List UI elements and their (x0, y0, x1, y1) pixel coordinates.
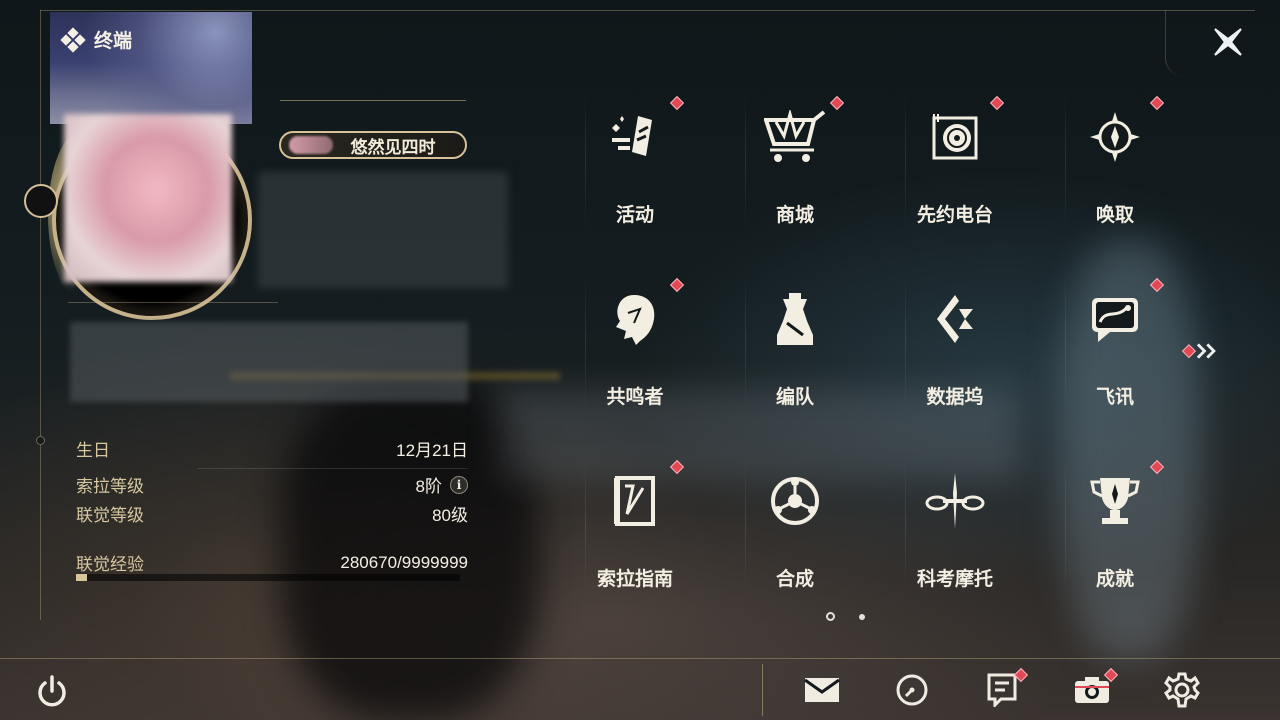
next-page-button[interactable] (1180, 340, 1220, 362)
exp-label: 联觉经验 (76, 555, 144, 574)
avatar-divider (68, 302, 278, 303)
exp-value: 280670/9999999 (340, 552, 468, 572)
name-divider (280, 100, 466, 101)
nickname-badge[interactable]: 悠然见四时 (279, 131, 467, 159)
page-dot[interactable] (859, 613, 865, 620)
notice-icon (987, 673, 1017, 707)
info-icon[interactable]: i (450, 475, 468, 494)
menu-label: 编队 (775, 387, 814, 408)
menu-item-shop[interactable]: 商城 (715, 90, 875, 240)
notice-button[interactable] (982, 667, 1029, 710)
mail-button[interactable] (802, 670, 842, 710)
data-dock-icon (920, 284, 990, 354)
menu-label: 唤取 (1095, 205, 1134, 226)
notification-badge (669, 459, 685, 475)
settings-button[interactable] (1162, 670, 1202, 710)
shop-cart-icon (760, 102, 830, 172)
row-divider (198, 468, 468, 469)
chess-team-icon (760, 284, 830, 354)
bottom-divider (762, 664, 763, 716)
menu-label: 活动 (615, 205, 654, 226)
stat-value: 8阶 (415, 477, 442, 496)
stat-label: 生日 (76, 441, 110, 460)
chat-message-icon (1080, 284, 1150, 354)
stat-union-exp: 联觉经验 280670/9999999 (76, 550, 468, 575)
stat-birthday: 生日 12月21日 (76, 436, 468, 461)
nickname-card-thumb (289, 136, 333, 154)
stat-union-level: 联觉等级 80级 (76, 501, 468, 526)
stat-sol-level: 索拉等级 8阶 i (76, 472, 468, 497)
guide-book-icon (600, 466, 670, 536)
avatar-switch-icon[interactable] (24, 184, 58, 218)
notification-badge (1149, 277, 1165, 293)
frame-left-node (36, 436, 45, 445)
menu-label: 合成 (775, 569, 814, 590)
menu-label: 飞讯 (1095, 387, 1134, 408)
close-icon (1214, 28, 1242, 56)
mail-icon (804, 678, 840, 702)
activity-icon (600, 102, 670, 172)
frame-bottom-line (0, 658, 1280, 659)
menu-label: 数据坞 (926, 387, 984, 408)
terminal-logo-icon (60, 26, 86, 53)
menu-item-guidebook[interactable]: 索拉指南 (555, 454, 715, 604)
menu-label: 索拉指南 (596, 569, 673, 590)
stat-value: 12月21日 (396, 441, 468, 460)
menu-item-resonators[interactable]: 共鸣者 (555, 272, 715, 422)
stat-label: 联觉等级 (76, 506, 144, 525)
avatar[interactable] (64, 114, 232, 282)
nickname: 悠然见四时 (350, 137, 436, 157)
page-dot-current[interactable] (826, 612, 835, 621)
menu-label: 商城 (775, 205, 814, 226)
resonator-head-icon (600, 284, 670, 354)
trophy-icon (1080, 466, 1150, 536)
exp-progress-bar (76, 574, 460, 581)
history-button[interactable] (892, 670, 932, 710)
double-chevron-right-icon (1196, 343, 1216, 359)
notification-badge (1181, 344, 1196, 358)
profile-panel: 终端 悠然见四时 生日 12月21日 索拉等级 8阶 i 联觉等级 80级 联觉… (24, 12, 508, 612)
notification-badge (669, 95, 685, 111)
terminal-header: 终端 (60, 26, 133, 53)
notification-badge (989, 95, 1005, 111)
close-button[interactable] (1200, 22, 1256, 62)
stat-label: 索拉等级 (76, 477, 144, 496)
menu-item-activity[interactable]: 活动 (555, 90, 715, 240)
menu-item-data-dock[interactable]: 数据坞 (875, 272, 1035, 422)
menu-item-achievements[interactable]: 成就 (1035, 454, 1195, 604)
power-icon (38, 675, 66, 707)
menu-label: 共鸣者 (606, 387, 664, 408)
settings-gear-icon (1164, 672, 1200, 708)
pagination (826, 612, 865, 621)
menu-item-synthesis[interactable]: 合成 (715, 454, 875, 604)
frame-left-line (40, 10, 41, 620)
power-button[interactable] (34, 674, 70, 710)
camera-button[interactable] (1072, 667, 1119, 710)
notification-badge (1149, 459, 1165, 475)
stat-value-group: 8阶 i (416, 472, 468, 497)
clock-icon (896, 674, 928, 706)
exp-progress-fill (76, 574, 87, 581)
menu-item-messages[interactable]: 飞讯 (1035, 272, 1195, 422)
redacted-info (258, 172, 508, 288)
notification-badge (669, 277, 685, 293)
redacted-signature (70, 322, 468, 402)
menu-item-radio[interactable]: 先约电台 (875, 90, 1035, 240)
summon-compass-icon (1080, 102, 1150, 172)
menu-label: 先约电台 (916, 205, 993, 226)
page-title: 终端 (94, 31, 133, 52)
frame-top-line (40, 10, 1255, 11)
motorbike-icon (920, 466, 990, 536)
menu-item-convene[interactable]: 唤取 (1035, 90, 1195, 240)
menu-item-motorbike[interactable]: 科考摩托 (875, 454, 1035, 604)
menu-label: 成就 (1095, 569, 1134, 590)
menu-item-team[interactable]: 编队 (715, 272, 875, 422)
menu-label: 科考摩托 (916, 569, 993, 590)
stat-value: 80级 (432, 506, 468, 525)
synthesis-icon (760, 466, 830, 536)
camera-icon (1075, 677, 1109, 703)
radio-icon (920, 102, 990, 172)
notification-badge (1149, 95, 1165, 111)
notification-badge (829, 95, 845, 111)
